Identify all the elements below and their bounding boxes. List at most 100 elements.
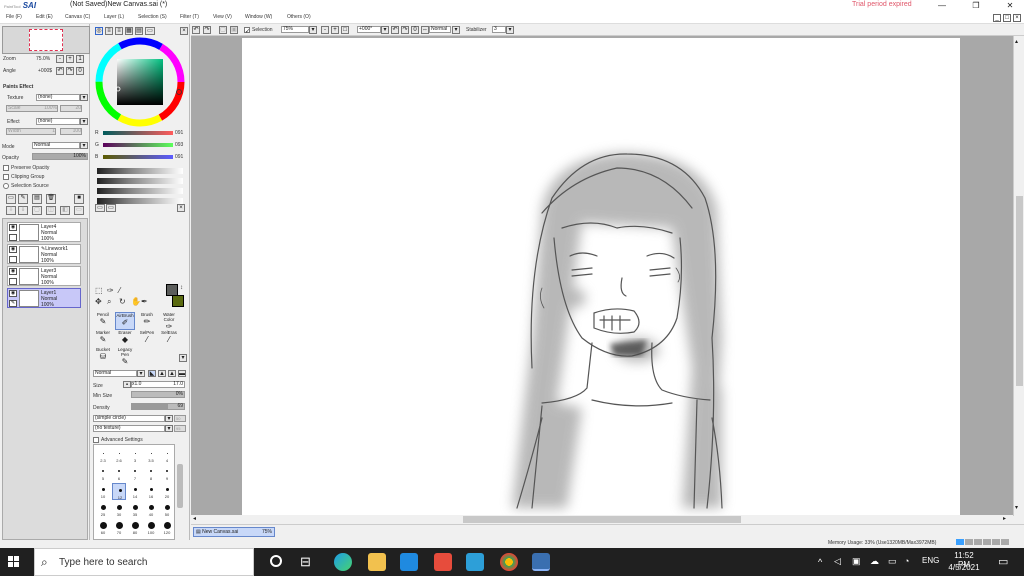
brush-preset[interactable]: 35 (128, 501, 142, 518)
zoom-out-icon[interactable]: - (321, 26, 329, 34)
brush-preset[interactable]: 2.6 (112, 447, 126, 464)
angle-select-icon[interactable]: ▾ (381, 26, 389, 34)
brush-tool[interactable]: Brush ✏ (137, 312, 157, 330)
close-button[interactable]: ✕ (1000, 0, 1020, 12)
windows-start-icon[interactable] (8, 556, 20, 568)
mixer-mode-icon[interactable]: ▤ (135, 27, 143, 35)
secondary-color-swatch[interactable] (172, 295, 184, 307)
stabilizer-field[interactable]: 3 (492, 26, 506, 33)
texture-select[interactable]: (none) (36, 94, 80, 101)
zoom-fit-icon[interactable]: □ (341, 26, 349, 34)
pencil-tool[interactable]: Pencil ✎ (93, 312, 113, 330)
advanced-settings-toggle[interactable] (93, 437, 99, 443)
zoom-out-button[interactable]: - (56, 55, 64, 63)
new-linework-layer-icon[interactable]: ✎ (18, 194, 28, 204)
painttool-sai-taskbar-icon[interactable] (532, 553, 550, 571)
selection-checkbox[interactable]: ✓ (244, 27, 250, 35)
mdi-minimize-button[interactable]: _ (993, 14, 1001, 22)
apply-mask-icon[interactable]: ◫ (46, 206, 56, 215)
drawing-canvas[interactable] (242, 38, 960, 515)
swatch-remove-icon[interactable]: ▭ (106, 204, 116, 212)
swatch-add-icon[interactable]: ▭ (95, 204, 105, 212)
layer-item[interactable]: ◉ Layer4 Normal 100% (7, 222, 81, 242)
clock-date[interactable]: 4/5/2021 (948, 563, 980, 572)
app-icon[interactable] (466, 553, 484, 571)
new-folder-icon[interactable]: ▤ (32, 194, 42, 204)
green-slider[interactable] (103, 143, 173, 147)
brush-preset[interactable]: 50 (160, 501, 174, 518)
canvas-blend-field[interactable]: Normal (429, 26, 451, 33)
selection-source-radio[interactable] (3, 183, 9, 189)
mixer-strip-3[interactable] (97, 188, 183, 194)
brush-preset[interactable]: 6 (112, 465, 126, 482)
onedrive-icon[interactable]: ☁ (870, 556, 879, 567)
hand-tool-icon[interactable]: ✋ (131, 297, 141, 306)
selpen-tool[interactable]: SelPen ⁄ (137, 330, 157, 348)
chevron-down-icon[interactable]: ▾ (165, 415, 173, 422)
swap-colors-icon[interactable]: ↕ (180, 285, 183, 291)
vertical-scrollbar[interactable]: ▴ ▾ (1013, 36, 1024, 516)
preset-scrollbar[interactable] (177, 464, 183, 508)
hsv-slider-mode-icon[interactable]: ≡ (115, 27, 123, 35)
rotate-reset-button[interactable]: 0 (76, 67, 84, 75)
language-indicator[interactable]: ENG (922, 556, 939, 565)
tool-panel-menu-icon[interactable]: ▾ (179, 354, 187, 362)
menu-others[interactable]: Others (O) (287, 14, 311, 20)
minimize-button[interactable]: — (932, 0, 952, 12)
size-mult-icon[interactable]: ▪ (123, 381, 131, 388)
magic-wand-icon[interactable]: ⁄ (119, 286, 120, 295)
layer-item[interactable]: ◉ ✎Linework1 Normal 100% (7, 244, 81, 264)
blend-mode-select[interactable]: Normal (32, 142, 80, 149)
brush-preset[interactable]: 5 (96, 465, 110, 482)
menu-canvas[interactable]: Canvas (C) (65, 14, 90, 20)
flip-icon[interactable]: ⇔ (421, 26, 429, 34)
visibility-eye-icon[interactable]: ◉ (9, 290, 17, 297)
brush-blend-select[interactable]: Normal (93, 370, 137, 377)
zoom-in-button[interactable]: + (66, 55, 74, 63)
brush-preset[interactable]: 25 (96, 501, 110, 518)
brush-preset[interactable]: 40 (144, 501, 158, 518)
soft-edge-1-icon[interactable]: ▲ (158, 370, 166, 377)
brush-preset[interactable]: 20 (160, 483, 174, 500)
texture-strength-field[interactable]: 20 (60, 105, 82, 112)
min-size-slider[interactable]: 0% (131, 391, 185, 398)
effect-width-max[interactable]: 100 (60, 128, 82, 135)
zoom-in-icon[interactable]: + (331, 26, 339, 34)
effect-width-field[interactable]: Width 1 (6, 128, 56, 135)
brush-preset[interactable]: 12 (112, 483, 126, 500)
scroll-right-icon[interactable]: ▸ (1003, 515, 1006, 522)
menu-file[interactable]: File (F) (6, 14, 22, 20)
brush-preset[interactable]: 16 (144, 483, 158, 500)
visibility-eye-icon[interactable]: ◉ (9, 268, 17, 275)
airbrush-tool[interactable]: AirBrush ✐ (115, 312, 135, 330)
color-wheel-mode-icon[interactable]: ◎ (95, 27, 103, 35)
density-slider[interactable]: 69 (131, 403, 185, 410)
undo-icon[interactable]: ↶ (192, 26, 200, 34)
canvas-blend-select-icon[interactable]: ▾ (452, 26, 460, 34)
menu-selection[interactable]: Selection (S) (138, 14, 167, 20)
deselect-icon[interactable]: ▢ (219, 26, 227, 34)
chevron-down-icon[interactable]: ▾ (80, 142, 88, 149)
cortana-icon[interactable] (270, 555, 282, 567)
red-slider[interactable] (103, 131, 173, 135)
vertical-scroll-thumb[interactable] (1016, 196, 1023, 386)
menu-filter[interactable]: Filter (T) (180, 14, 199, 20)
notification-icon[interactable]: ▭ (998, 555, 1008, 568)
rotate-right-button[interactable]: ↷ (66, 67, 74, 75)
merge-down-icon[interactable]: ⇓ (18, 206, 28, 215)
store-icon[interactable] (434, 553, 452, 571)
brush-preset[interactable]: 10 (96, 483, 110, 500)
brush-preset[interactable]: 80 (128, 519, 142, 536)
eraser-tool[interactable]: Eraser ◆ (115, 330, 135, 348)
flatten-icon[interactable]: ▭ (74, 206, 84, 215)
color-wheel[interactable] (95, 37, 185, 127)
brush-preset[interactable]: 9 (160, 465, 174, 482)
scroll-down-icon[interactable]: ▾ (1015, 504, 1018, 511)
zoom-tool-icon[interactable]: ⌕ (107, 297, 111, 307)
brush-preset[interactable]: 100 (144, 519, 158, 536)
marker-tool[interactable]: Marker ✎ (93, 330, 113, 348)
green-value[interactable]: 093 (175, 142, 183, 148)
mixer-strip-2[interactable] (97, 178, 183, 184)
chevron-down-icon[interactable]: ▾ (137, 370, 145, 377)
rgb-slider-mode-icon[interactable]: ≡ (105, 27, 113, 35)
